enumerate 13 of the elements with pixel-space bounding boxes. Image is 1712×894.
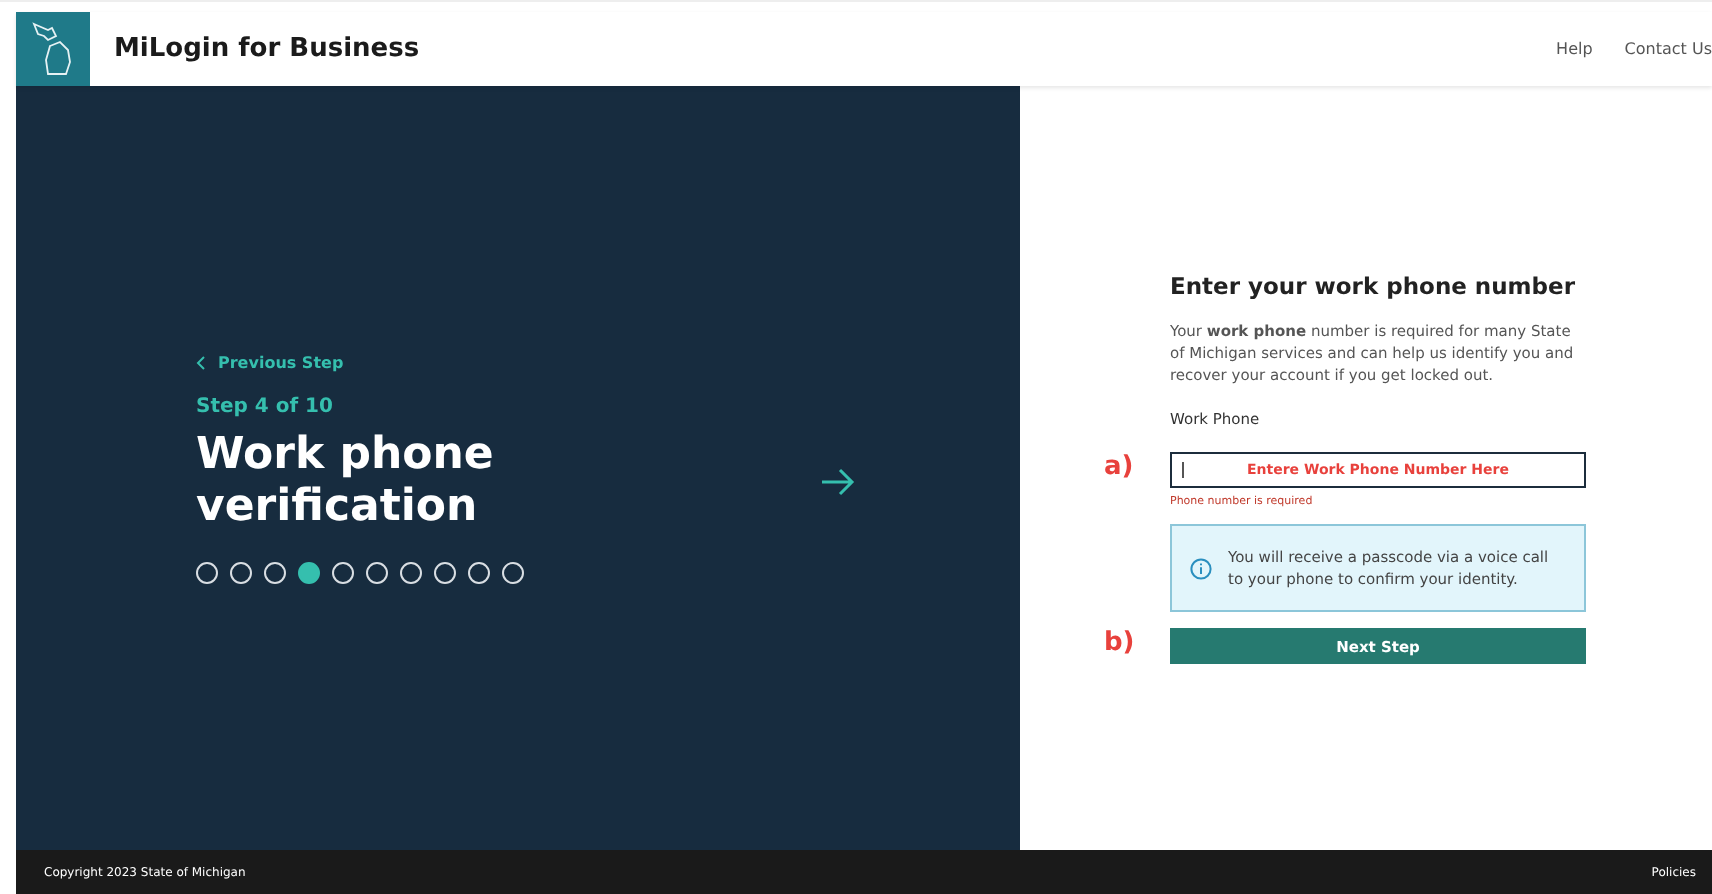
michigan-logo[interactable] bbox=[16, 12, 90, 86]
arrow-right-icon[interactable] bbox=[820, 467, 856, 495]
annotation-label: a) bbox=[1104, 452, 1134, 482]
header-link[interactable]: Contact Us bbox=[1624, 40, 1712, 58]
info-icon bbox=[1190, 557, 1212, 579]
annotation-label: b) bbox=[1104, 628, 1135, 658]
page-title: Work phone verification bbox=[196, 429, 496, 533]
previous-step-link[interactable]: Previous Step bbox=[196, 353, 856, 371]
form-heading: Enter your work phone number bbox=[1170, 272, 1577, 300]
step-counter: Step 4 of 10 bbox=[196, 395, 335, 417]
header-link[interactable]: Help bbox=[1556, 40, 1593, 58]
app-title: MiLogin for Business bbox=[114, 34, 422, 64]
chevron-left-icon bbox=[196, 355, 206, 369]
